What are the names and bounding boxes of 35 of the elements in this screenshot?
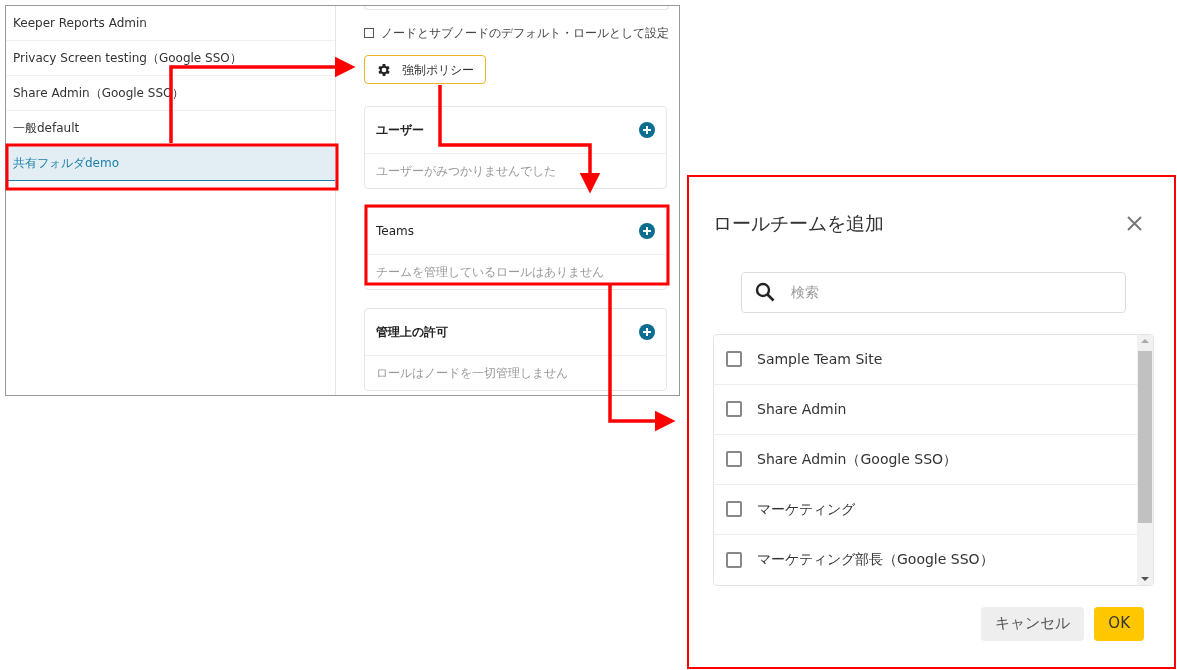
search-icon	[755, 282, 775, 302]
team-name: マーケティング部長（Google SSO）	[757, 550, 994, 569]
ok-button[interactable]: OK	[1094, 606, 1144, 641]
team-name: Share Admin（Google SSO）	[757, 449, 958, 469]
role-list-item[interactable]: Keeper Reports Admin	[6, 6, 335, 41]
empty-message: チームを管理しているロールはありません	[376, 264, 604, 281]
checkbox[interactable]	[726, 401, 742, 417]
checkbox[interactable]	[726, 351, 742, 367]
team-name: Share Admin	[757, 399, 847, 419]
close-icon[interactable]	[1127, 215, 1142, 231]
checkbox-label: ノードとサブノードのデフォルト・ロールとして設定	[381, 25, 669, 42]
checkbox[interactable]	[364, 28, 374, 38]
team-name: マーケティング	[757, 499, 855, 519]
add-icon[interactable]	[639, 223, 655, 239]
role-list-item[interactable]: Privacy Screen testing（Google SSO）	[6, 41, 335, 76]
role-list-item[interactable]: 共有フォルダdemo	[6, 146, 335, 181]
add-icon[interactable]	[639, 324, 655, 340]
enforce-policy-button[interactable]: 強制ポリシー	[364, 55, 486, 84]
cancel-button[interactable]: キャンセル	[981, 606, 1085, 641]
team-name: Sample Team Site	[757, 349, 883, 369]
section-title: ユーザー	[376, 122, 424, 139]
section-title: Teams	[376, 223, 414, 240]
checkbox[interactable]	[726, 451, 742, 467]
add-icon[interactable]	[639, 122, 655, 138]
gear-icon	[376, 61, 392, 78]
role-list-item[interactable]: 一般default	[6, 111, 335, 146]
checkbox[interactable]	[726, 501, 742, 517]
section-title: 管理上の許可	[376, 324, 448, 341]
dialog-title: ロールチームを追加	[713, 211, 884, 236]
scrollbar[interactable]	[1137, 334, 1153, 585]
search-input[interactable]: 検索	[791, 281, 1112, 303]
empty-message: ロールはノードを一切管理しません	[376, 365, 568, 382]
checkbox[interactable]	[726, 551, 742, 568]
empty-message: ユーザーがみつかりませんでした	[376, 163, 556, 180]
search-field[interactable]: 検索	[741, 271, 1126, 313]
